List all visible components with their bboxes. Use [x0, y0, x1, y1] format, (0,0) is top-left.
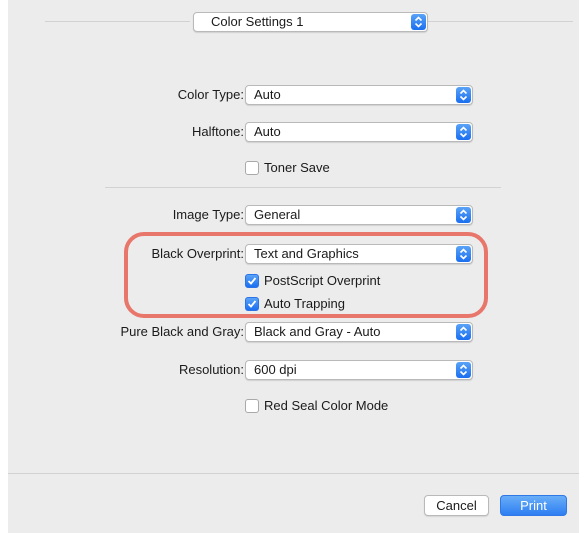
top-separator-left	[45, 21, 190, 22]
pure-black-gray-value: Black and Gray - Auto	[254, 324, 381, 339]
halftone-label: Halftone:	[191, 124, 244, 139]
toner-save-checkbox[interactable]	[245, 161, 259, 175]
top-separator-right	[428, 21, 573, 22]
print-button[interactable]: Print	[500, 495, 567, 516]
chevron-updown-icon	[456, 124, 471, 140]
cancel-button[interactable]: Cancel	[424, 495, 489, 516]
chevron-updown-icon	[411, 14, 426, 30]
image-type-label: Image Type:	[172, 207, 244, 222]
color-type-label: Color Type:	[177, 87, 244, 102]
highlight-annotation	[124, 232, 488, 318]
preset-popup-value: Color Settings 1	[211, 14, 304, 29]
chevron-updown-icon	[456, 87, 471, 103]
resolution-popup[interactable]: 600 dpi	[245, 360, 473, 380]
toner-save-label[interactable]: Toner Save	[264, 160, 330, 176]
preset-popup[interactable]: Color Settings 1	[193, 12, 428, 32]
pure-black-gray-label: Pure Black and Gray:	[120, 324, 244, 339]
footer-separator	[8, 473, 579, 474]
chevron-updown-icon	[456, 362, 471, 378]
chevron-updown-icon	[456, 324, 471, 340]
section-separator	[105, 187, 501, 188]
halftone-popup[interactable]: Auto	[245, 122, 473, 142]
color-type-popup[interactable]: Auto	[245, 85, 473, 105]
color-type-value: Auto	[254, 87, 281, 102]
image-type-popup[interactable]: General	[245, 205, 473, 225]
resolution-label: Resolution:	[178, 362, 244, 377]
halftone-value: Auto	[254, 124, 281, 139]
resolution-value: 600 dpi	[254, 362, 297, 377]
red-seal-label[interactable]: Red Seal Color Mode	[264, 398, 388, 414]
image-type-value: General	[254, 207, 301, 222]
chevron-updown-icon	[456, 207, 471, 223]
pure-black-gray-popup[interactable]: Black and Gray - Auto	[245, 322, 473, 342]
red-seal-checkbox[interactable]	[245, 399, 259, 413]
